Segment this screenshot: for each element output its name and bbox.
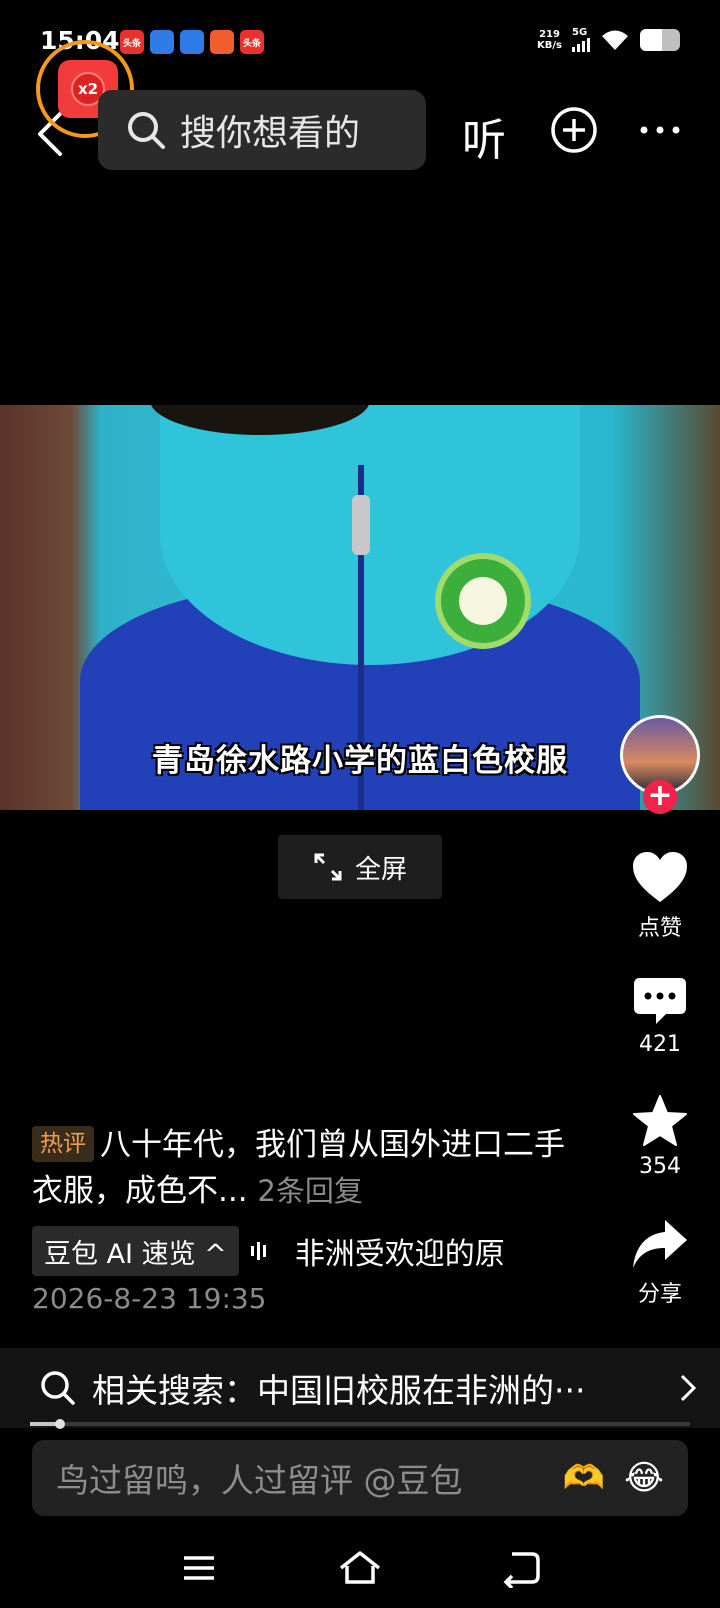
listen-button[interactable]: 听 bbox=[462, 104, 506, 168]
progress-handle[interactable] bbox=[54, 1419, 65, 1429]
expand-icon bbox=[314, 853, 342, 881]
signal-bars-icon bbox=[572, 38, 590, 52]
share-button[interactable]: 分享 bbox=[620, 1218, 700, 1308]
heart-icon bbox=[633, 852, 687, 902]
replies-link[interactable]: 2条回复 bbox=[257, 1174, 362, 1208]
ai-summary-text: 非洲受欢迎的原 bbox=[294, 1237, 505, 1272]
ai-summary-row[interactable]: 豆包 AI 速览 ^ 非洲受欢迎的原 bbox=[32, 1226, 505, 1276]
more-icon[interactable] bbox=[638, 118, 682, 142]
search-placeholder: 搜你想看的 bbox=[180, 113, 361, 154]
favorite-button[interactable]: 354 bbox=[620, 1094, 700, 1179]
video-page: 15:04 头条 头条 219 KB/s 5G x2 搜你想看的 听 青岛徐水路… bbox=[0, 0, 720, 1608]
add-icon[interactable] bbox=[550, 106, 598, 154]
comment-input[interactable]: 鸟过留鸣，人过留评 @豆包 🫶 😂 bbox=[32, 1440, 688, 1516]
related-search-text: 相关搜索：中国旧校服在非洲的··· bbox=[92, 1371, 586, 1410]
video-subtitle: 青岛徐水路小学的蓝白色校服 bbox=[152, 743, 568, 779]
comment-icon bbox=[634, 978, 686, 1024]
video-progress-bar[interactable] bbox=[30, 1419, 690, 1429]
comment-placeholder: 鸟过留鸣，人过留评 @豆包 bbox=[56, 1461, 463, 1500]
video-player[interactable]: 青岛徐水路小学的蓝白色校服 bbox=[0, 405, 720, 810]
cellular-signal: 5G bbox=[572, 28, 590, 52]
search-icon bbox=[41, 1371, 75, 1405]
menu-icon[interactable] bbox=[174, 1548, 224, 1588]
back-nav-icon[interactable] bbox=[496, 1548, 546, 1588]
audio-wave-icon bbox=[250, 1239, 281, 1263]
notification-icons: 头条 头条 bbox=[120, 30, 264, 54]
like-button[interactable]: 点赞 bbox=[620, 850, 700, 942]
toutiao-icon: 头条 bbox=[120, 30, 144, 54]
post-date: 2026-8-23 19:35 bbox=[32, 1282, 267, 1315]
search-icon bbox=[128, 112, 165, 149]
app-icon bbox=[210, 30, 234, 54]
ai-summary-chip[interactable]: 豆包 AI 速览 ^ bbox=[32, 1226, 239, 1276]
heart-hands-emoji-icon[interactable]: 🫶 bbox=[554, 1458, 614, 1498]
network-speed: 219 KB/s bbox=[537, 29, 562, 51]
battery-icon bbox=[640, 29, 680, 51]
star-icon bbox=[633, 1095, 687, 1146]
laughing-emoji-icon[interactable]: 😂 bbox=[614, 1458, 674, 1498]
toutiao-icon: 头条 bbox=[240, 30, 264, 54]
docs-icon bbox=[150, 30, 174, 54]
fullscreen-button[interactable]: 全屏 bbox=[278, 835, 442, 899]
follow-plus-icon[interactable]: + bbox=[643, 780, 677, 814]
hot-comment-tag: 热评 bbox=[32, 1126, 94, 1162]
wifi-icon bbox=[602, 30, 628, 50]
home-icon[interactable] bbox=[335, 1548, 385, 1588]
related-search-bar[interactable]: 相关搜索：中国旧校服在非洲的··· bbox=[0, 1348, 720, 1428]
comment-button[interactable]: 421 bbox=[620, 976, 700, 1057]
school-badge bbox=[435, 553, 531, 649]
share-arrow-icon bbox=[633, 1220, 687, 1268]
status-indicators: 219 KB/s 5G bbox=[537, 28, 680, 52]
browser-icon bbox=[180, 30, 204, 54]
chevron-right-icon bbox=[680, 1374, 697, 1402]
hot-comment[interactable]: 热评 八十年代，我们曾从国外进口二手衣服，成色不... 2条回复 bbox=[32, 1122, 580, 1214]
search-box[interactable]: 搜你想看的 bbox=[98, 90, 426, 170]
